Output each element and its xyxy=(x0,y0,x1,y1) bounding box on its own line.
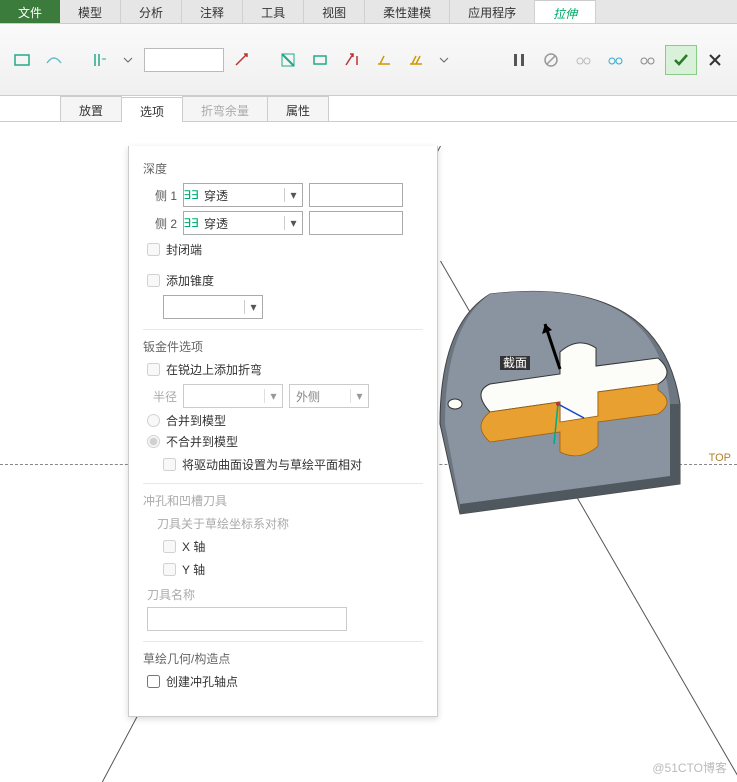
add-bend-label: 在锐边上添加折弯 xyxy=(166,361,262,378)
sheet-dropdown-icon[interactable] xyxy=(434,46,456,74)
create-axis-label: 创建冲孔轴点 xyxy=(166,673,238,690)
flip-side-icon[interactable] xyxy=(338,46,366,74)
sketch-header: 草绘几何/构造点 xyxy=(143,641,423,667)
menu-apps[interactable]: 应用程序 xyxy=(450,0,535,23)
radius-label: 半径 xyxy=(143,388,177,405)
menu-flex[interactable]: 柔性建模 xyxy=(365,0,450,23)
yaxis-checkbox xyxy=(163,563,176,576)
side2-combo[interactable]: ∃∃ 穿透 ▾ xyxy=(183,211,303,235)
radius-side-combo: 外侧▾ xyxy=(289,384,369,408)
taper-checkbox xyxy=(147,274,160,287)
watermark: @51CTO博客 xyxy=(652,759,727,776)
menu-model[interactable]: 模型 xyxy=(60,0,121,23)
radius-combo: ▾ xyxy=(183,384,283,408)
sheet2-icon[interactable] xyxy=(402,46,430,74)
glasses-off-icon[interactable] xyxy=(569,46,597,74)
taper-combo: ▾ xyxy=(163,295,263,319)
depth-icon[interactable] xyxy=(86,46,114,74)
ribbon xyxy=(0,24,737,96)
side2-value: 穿透 xyxy=(198,215,284,232)
remove-material-icon[interactable] xyxy=(274,46,302,74)
menu-analysis[interactable]: 分析 xyxy=(121,0,182,23)
flip-drive-checkbox xyxy=(163,458,176,471)
depth-input[interactable] xyxy=(144,48,224,72)
punch-sym-label: 刀具关于草绘坐标系对称 xyxy=(157,515,423,532)
punch-header: 冲孔和凹槽刀具 xyxy=(143,483,423,509)
nomerge-radio xyxy=(147,435,160,448)
glasses-attached-icon[interactable] xyxy=(601,46,629,74)
thicken-icon[interactable] xyxy=(306,46,334,74)
tool-name-input xyxy=(147,607,347,631)
capped-label: 封闭端 xyxy=(166,241,202,258)
depth-header: 深度 xyxy=(143,160,423,177)
surface-icon[interactable] xyxy=(40,46,68,74)
menu-tools[interactable]: 工具 xyxy=(243,0,304,23)
menu-bar: 文件 模型 分析 注释 工具 视图 柔性建模 应用程序 拉伸 xyxy=(0,0,737,24)
merge-radio xyxy=(147,414,160,427)
chevron-down-icon: ▾ xyxy=(284,216,302,230)
xaxis-checkbox xyxy=(163,540,176,553)
svg-text:截面: 截面 xyxy=(503,356,527,370)
ok-button[interactable] xyxy=(665,45,697,75)
flip-icon[interactable] xyxy=(228,46,256,74)
side2-label: 侧 2 xyxy=(143,215,177,232)
cancel-button[interactable] xyxy=(701,46,729,74)
feature-subtabs: 放置 选项 折弯余量 属性 xyxy=(0,96,737,122)
create-axis-checkbox[interactable] xyxy=(147,675,160,688)
merge-label: 合并到模型 xyxy=(166,412,226,429)
through-icon: ∃∃ xyxy=(184,188,198,202)
side1-value: 穿透 xyxy=(198,187,284,204)
menu-extrude[interactable]: 拉伸 xyxy=(535,0,596,23)
tool-name-label: 刀具名称 xyxy=(147,586,423,603)
tab-bend-allowance: 折弯余量 xyxy=(182,96,268,121)
nomerge-label: 不合并到模型 xyxy=(166,433,238,450)
menu-annotate[interactable]: 注释 xyxy=(182,0,243,23)
yaxis-label: Y 轴 xyxy=(182,561,205,578)
side2-input[interactable] xyxy=(309,211,403,235)
chevron-down-icon: ▾ xyxy=(284,188,302,202)
sheet1-icon[interactable] xyxy=(370,46,398,74)
tab-options[interactable]: 选项 xyxy=(121,97,183,122)
menu-file[interactable]: 文件 xyxy=(0,0,60,23)
add-bend-checkbox xyxy=(147,363,160,376)
taper-label: 添加锥度 xyxy=(166,272,214,289)
pause-icon[interactable] xyxy=(505,46,533,74)
depth-dropdown-icon[interactable] xyxy=(118,46,140,74)
tab-properties[interactable]: 属性 xyxy=(267,96,329,121)
side1-label: 侧 1 xyxy=(143,187,177,204)
options-panel: 深度 侧 1 ∃∃ 穿透 ▾ 侧 2 ∃∃ 穿透 ▾ 封闭端 添加锥度 ▾ 钣金… xyxy=(128,146,438,717)
part-model[interactable]: 截面 xyxy=(400,254,720,534)
flip-drive-label: 将驱动曲面设置为与草绘平面相对 xyxy=(182,456,362,473)
through-icon: ∃∃ xyxy=(184,216,198,230)
tab-placement[interactable]: 放置 xyxy=(60,96,122,121)
menu-view[interactable]: 视图 xyxy=(304,0,365,23)
capped-checkbox xyxy=(147,243,160,256)
side1-combo[interactable]: ∃∃ 穿透 ▾ xyxy=(183,183,303,207)
no-preview-icon[interactable] xyxy=(537,46,565,74)
glasses-on-icon[interactable] xyxy=(633,46,661,74)
solid-icon[interactable] xyxy=(8,46,36,74)
sheetmetal-header: 钣金件选项 xyxy=(143,329,423,355)
xaxis-label: X 轴 xyxy=(182,538,205,555)
side1-input[interactable] xyxy=(309,183,403,207)
